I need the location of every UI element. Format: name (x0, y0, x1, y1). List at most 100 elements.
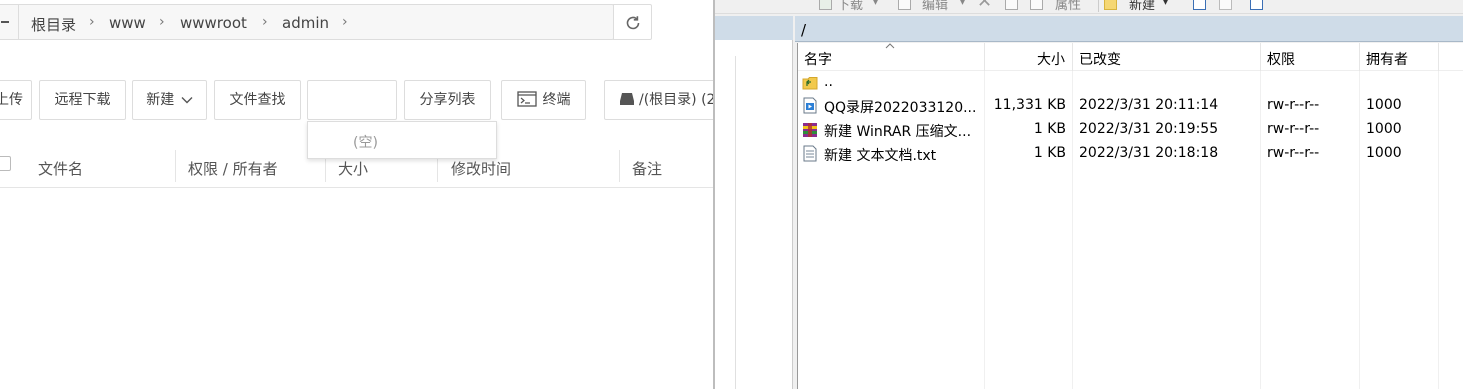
column-divider (1260, 43, 1261, 71)
ftp-client-panel: 下载 ▾ 编辑 ▾ ✕ 属性 新建 ▾ / 名字 大小 已改变 权限 拥有者 .… (715, 0, 1463, 389)
chevron-down-icon (181, 97, 193, 104)
table-row[interactable]: QQ录屏2022033120... 11,331 KB 2022/3/31 20… (798, 94, 1463, 118)
text-file-icon (803, 145, 817, 162)
back-button[interactable] (0, 5, 19, 39)
chevron-right-icon: › (159, 14, 165, 30)
file-modified: 2022/3/31 20:18:18 (1079, 145, 1219, 161)
tree-pane-divider (735, 56, 736, 389)
remote-download-button[interactable]: 远程下载 (39, 80, 126, 120)
file-modified: 2022/3/31 20:11:14 (1079, 97, 1219, 113)
select-all-checkbox[interactable] (0, 156, 11, 171)
dropdown-arrow-icon[interactable]: ▾ (960, 0, 965, 8)
minus-icon[interactable] (1219, 0, 1232, 10)
remote-file-list: 名字 大小 已改变 权限 拥有者 .. QQ录屏2022033120... 11… (797, 43, 1463, 389)
chevron-right-icon: › (262, 14, 268, 30)
col-perms[interactable]: 权限 (1267, 49, 1295, 69)
download-icon[interactable] (819, 0, 832, 10)
refresh-button[interactable] (613, 4, 652, 40)
properties-icon[interactable] (1030, 0, 1043, 10)
disk-selector-button[interactable]: /(根目录) (2 (604, 80, 713, 120)
breadcrumb-item-admin[interactable]: admin (282, 14, 329, 32)
download-button[interactable]: 下载 (837, 0, 863, 13)
toolbar-separator (1098, 0, 1099, 12)
column-divider (1072, 43, 1073, 71)
disk-label: /(根目录) (2 (639, 92, 713, 108)
share-list-label: 分享列表 (419, 92, 476, 108)
sort-ascending-icon (885, 43, 895, 49)
file-name: 新建 WinRAR 压缩文... (824, 124, 972, 140)
local-tree-pane (715, 16, 793, 389)
breadcrumb-item-wwwroot[interactable]: wwwroot (180, 14, 247, 32)
parent-directory-row[interactable]: .. (798, 71, 1463, 95)
search-input-wrapper (307, 80, 397, 120)
web-file-manager: 根目录 › www › wwwroot › admin › 上传 远程下载 新建… (0, 0, 713, 389)
video-file-icon (803, 97, 817, 114)
parent-folder-icon (802, 77, 818, 90)
header-note[interactable]: 备注 (632, 158, 662, 179)
dropdown-arrow-icon[interactable]: ▾ (873, 0, 878, 8)
chevron-right-icon: › (342, 14, 348, 30)
rename-icon[interactable] (1005, 0, 1018, 10)
dropdown-arrow-icon[interactable]: ▾ (1163, 0, 1168, 8)
check-icon[interactable] (1250, 0, 1263, 10)
remote-list-header: 名字 大小 已改变 权限 拥有者 (798, 43, 1463, 71)
file-perms: rw-r--r-- (1267, 97, 1320, 113)
search-suggestion-dropdown: (空) (307, 121, 497, 159)
remote-download-label: 远程下载 (54, 92, 111, 108)
column-divider (984, 43, 985, 71)
edit-icon[interactable] (898, 0, 911, 10)
file-perms: rw-r--r-- (1267, 145, 1320, 161)
col-owner[interactable]: 拥有者 (1366, 49, 1408, 69)
dropdown-empty-text: (空) (353, 135, 378, 151)
terminal-icon (516, 91, 537, 107)
column-divider (619, 150, 620, 182)
new-dropdown-button[interactable]: 新建 (132, 80, 207, 120)
breadcrumb-item-www[interactable]: www (109, 14, 146, 32)
ftp-toolbar: 下载 ▾ 编辑 ▾ ✕ 属性 新建 ▾ (715, 0, 1463, 14)
breadcrumb-item-root[interactable]: 根目录 (31, 14, 76, 35)
file-name: 新建 文本文档.txt (824, 148, 937, 164)
refresh-icon (626, 16, 640, 30)
file-owner: 1000 (1366, 145, 1402, 161)
column-divider (175, 150, 176, 182)
properties-button[interactable]: 属性 (1055, 0, 1081, 13)
remote-path-bar[interactable]: / (795, 16, 1463, 42)
new-label: 新建 (146, 92, 175, 108)
header-size[interactable]: 大小 (338, 158, 368, 179)
col-modified[interactable]: 已改变 (1079, 49, 1121, 69)
file-owner: 1000 (1366, 97, 1402, 113)
file-perms: rw-r--r-- (1267, 121, 1320, 137)
new-button[interactable]: 新建 (1129, 0, 1155, 13)
winrar-archive-icon (803, 123, 817, 137)
plus-icon[interactable] (1193, 0, 1206, 10)
terminal-label: 终端 (542, 92, 571, 108)
file-size: 11,331 KB (993, 97, 1066, 113)
table-row[interactable]: 新建 文本文档.txt 1 KB 2022/3/31 20:18:18 rw-r… (798, 142, 1463, 166)
col-name[interactable]: 名字 (804, 49, 832, 69)
header-mtime[interactable]: 修改时间 (451, 158, 511, 179)
remote-path: / (801, 21, 807, 39)
file-search-button[interactable]: 文件查找 (214, 80, 301, 120)
file-modified: 2022/3/31 20:19:55 (1079, 121, 1219, 137)
share-list-button[interactable]: 分享列表 (404, 80, 491, 120)
parent-dir-label: .. (824, 74, 833, 90)
disk-icon (620, 93, 634, 105)
file-size: 1 KB (1033, 145, 1066, 161)
column-divider (1438, 43, 1439, 71)
breadcrumb: 根目录 › www › wwwroot › admin › (0, 4, 614, 40)
table-row[interactable]: 新建 WinRAR 压缩文... 1 KB 2022/3/31 20:19:55… (798, 118, 1463, 142)
edit-button[interactable]: 编辑 (922, 0, 948, 13)
col-size[interactable]: 大小 (1037, 49, 1065, 69)
header-perm-owner[interactable]: 权限 / 所有者 (188, 158, 278, 179)
file-name: QQ录屏2022033120... (824, 100, 977, 116)
search-input[interactable] (308, 81, 396, 119)
upload-button[interactable]: 上传 (0, 80, 32, 120)
terminal-button[interactable]: 终端 (501, 80, 586, 120)
chevron-right-icon: › (89, 14, 95, 30)
new-folder-icon[interactable] (1104, 0, 1117, 10)
header-filename[interactable]: 文件名 (38, 158, 83, 179)
file-owner: 1000 (1366, 121, 1402, 137)
file-search-label: 文件查找 (229, 92, 286, 108)
column-divider (1359, 43, 1360, 71)
delete-icon[interactable]: ✕ (977, 0, 992, 12)
